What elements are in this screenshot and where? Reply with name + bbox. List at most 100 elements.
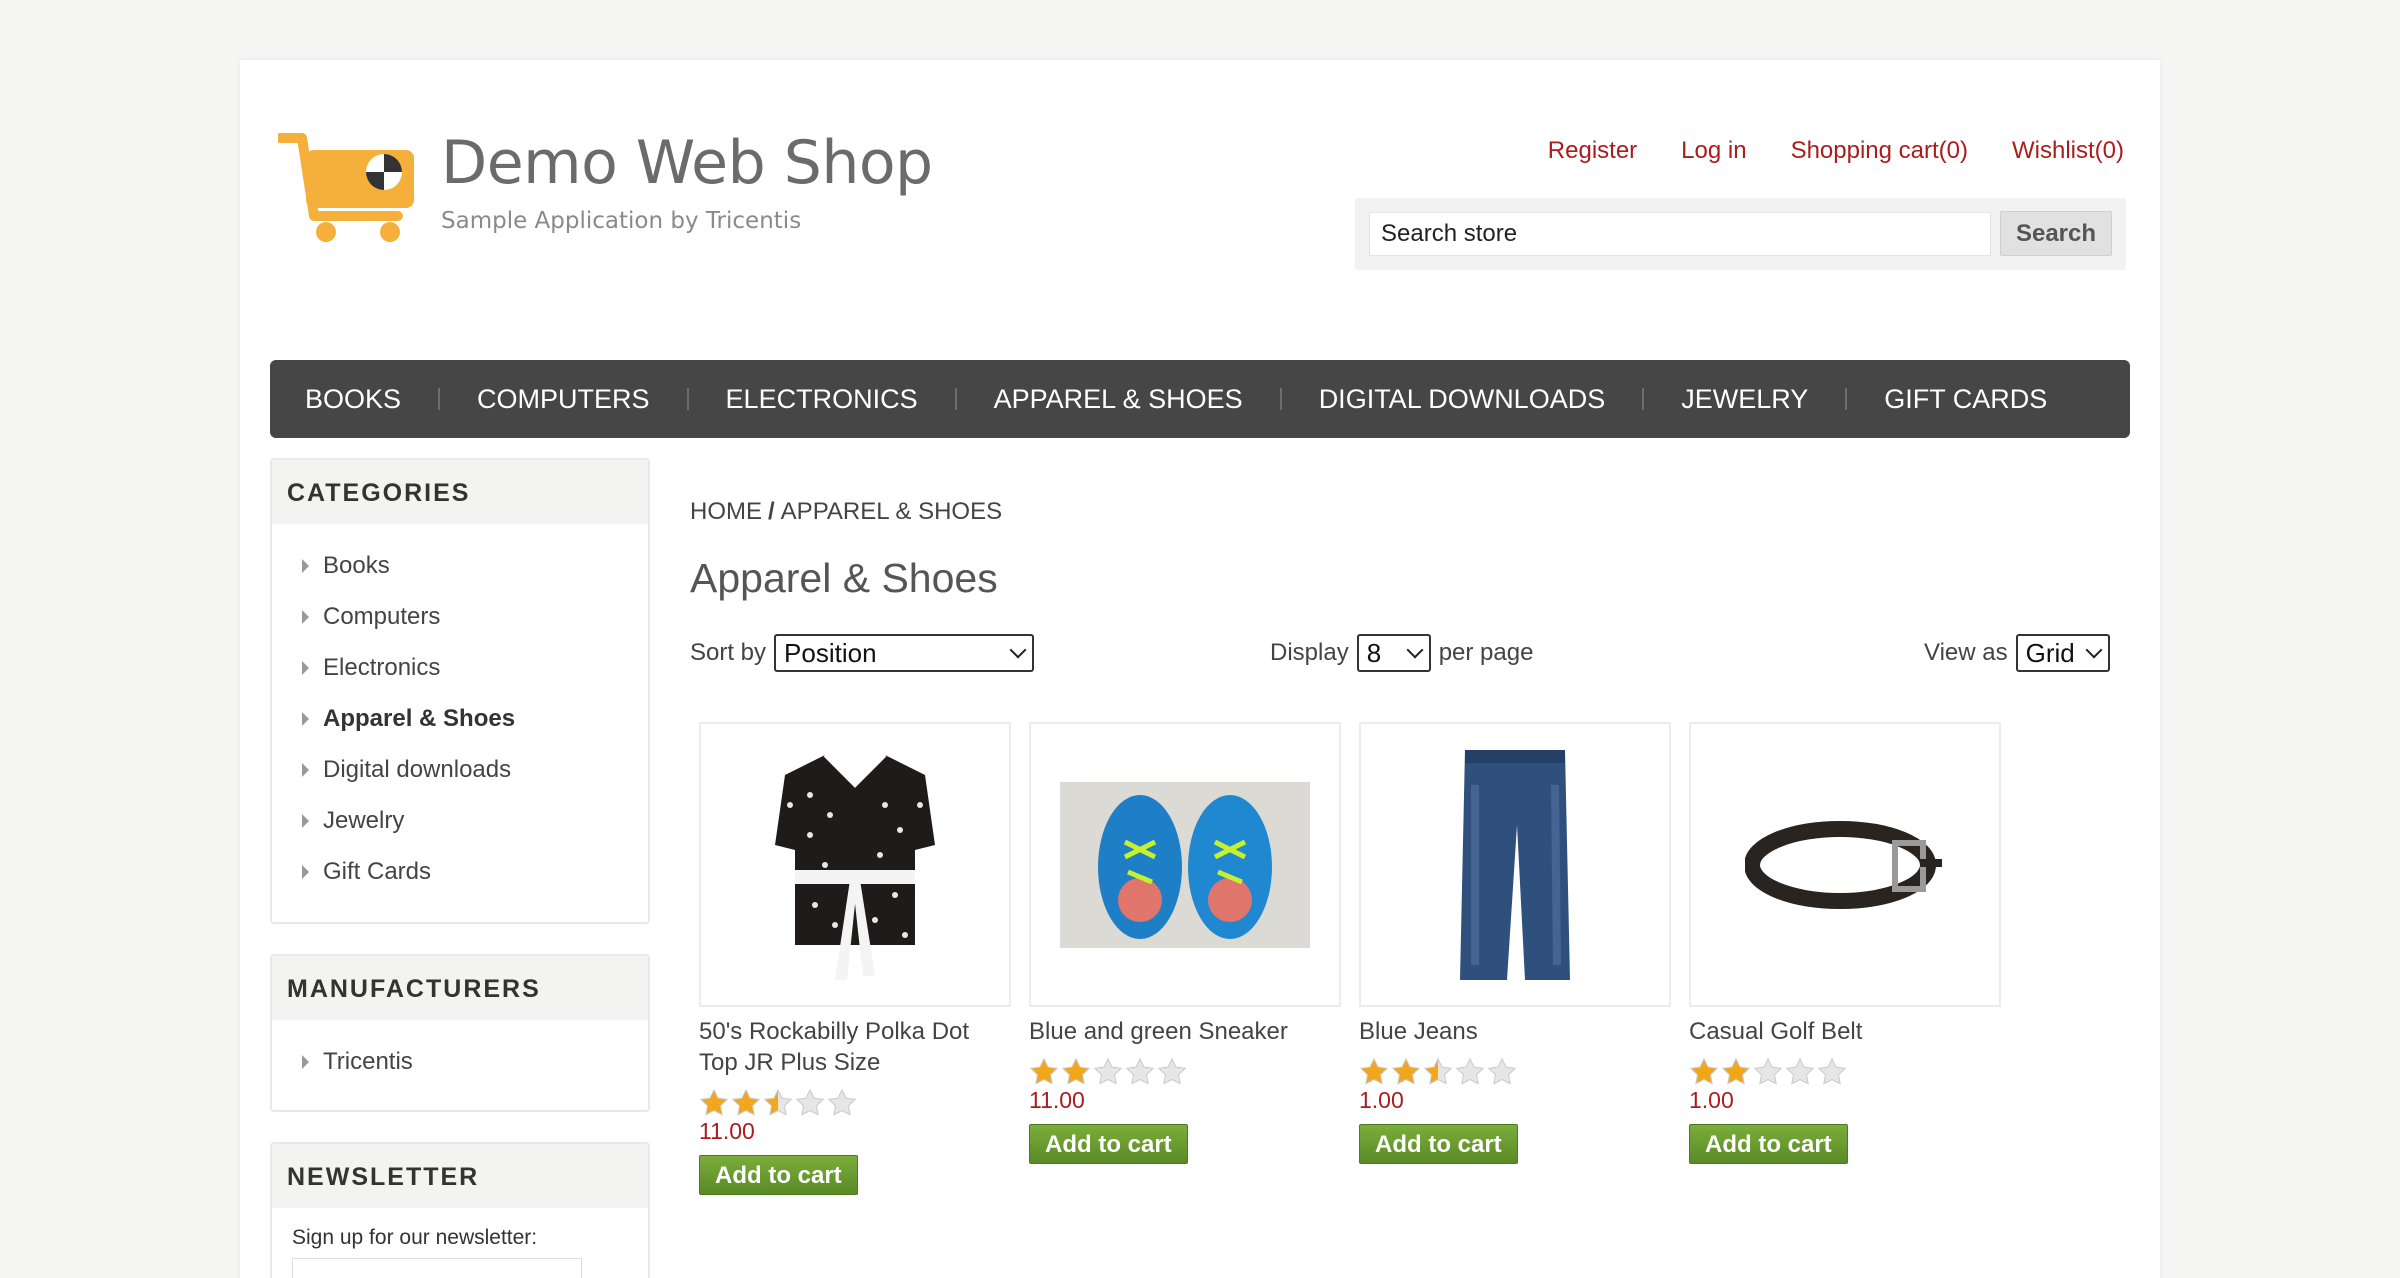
- register-link[interactable]: Register: [1548, 137, 1637, 165]
- arrow-right-icon: [302, 1054, 309, 1069]
- manufacturer-label: Tricentis: [323, 1047, 413, 1075]
- star-filled-icon: [1689, 1057, 1719, 1085]
- product-image-jeans[interactable]: [1359, 722, 1671, 1007]
- sort-by-select[interactable]: Position: [774, 634, 1035, 672]
- menu-item-computers[interactable]: COMPUTERS: [477, 384, 650, 415]
- star-empty-icon: [1093, 1057, 1123, 1085]
- chevron-down-icon: [2085, 641, 2103, 659]
- view-as-label: View as: [1924, 639, 2008, 666]
- star-filled-icon: [1061, 1057, 1091, 1085]
- chevron-down-icon: [1009, 641, 1027, 659]
- add-to-cart-button[interactable]: Add to cart: [1359, 1124, 1518, 1164]
- login-link[interactable]: Log in: [1681, 137, 1746, 165]
- breadcrumb-home-link[interactable]: HOME: [690, 498, 762, 525]
- product-item: Casual Golf Belt 1.00 Add to cart: [1689, 722, 2001, 1164]
- arrow-right-icon: [302, 864, 309, 879]
- display-control: Display 8 per page: [1270, 634, 1533, 672]
- category-label: Digital downloads: [323, 755, 512, 783]
- newsletter-email-input[interactable]: [292, 1258, 582, 1278]
- category-item-gift-cards[interactable]: Gift Cards: [272, 846, 648, 897]
- star-empty-icon: [827, 1088, 857, 1116]
- category-label: Computers: [323, 602, 441, 630]
- category-item-jewelry[interactable]: Jewelry: [272, 795, 648, 846]
- category-item-electronics[interactable]: Electronics: [272, 642, 648, 693]
- menu-item-apparel-shoes[interactable]: APPAREL & SHOES: [994, 384, 1243, 415]
- store-title: Demo Web Shop: [441, 128, 933, 198]
- star-half-icon: [763, 1088, 793, 1116]
- product-title[interactable]: Blue and green Sneaker: [1029, 1016, 1341, 1047]
- menu-item-gift-cards[interactable]: GIFT CARDS: [1884, 384, 2047, 415]
- arrow-right-icon: [302, 660, 309, 675]
- star-filled-icon: [1029, 1057, 1059, 1085]
- manufacturer-item-tricentis[interactable]: Tricentis: [272, 1036, 648, 1087]
- product-image-sneaker[interactable]: [1029, 722, 1341, 1007]
- star-empty-icon: [1125, 1057, 1155, 1085]
- category-item-apparel-shoes[interactable]: Apparel & Shoes: [272, 693, 648, 744]
- star-filled-icon: [731, 1088, 761, 1116]
- view-as-control: View as Grid: [1924, 634, 2110, 672]
- store-subtitle: Sample Application by Tricentis: [441, 208, 802, 234]
- view-mode-select[interactable]: Grid: [2015, 634, 2110, 672]
- star-empty-icon: [1487, 1057, 1517, 1085]
- breadcrumb: HOME / APPAREL & SHOES: [690, 498, 1002, 526]
- store-logo[interactable]: Demo Web Shop Sample Application by Tric…: [278, 128, 933, 258]
- product-price: 11.00: [699, 1118, 755, 1144]
- star-empty-icon: [1785, 1057, 1815, 1085]
- menu-separator: [686, 388, 689, 410]
- product-price: 1.00: [1359, 1087, 1404, 1113]
- star-empty-icon: [795, 1088, 825, 1116]
- search-button[interactable]: Search: [2000, 211, 2112, 256]
- arrow-right-icon: [302, 609, 309, 624]
- search-box: Search: [1355, 198, 2126, 270]
- product-rating: [1359, 1057, 1671, 1087]
- category-item-books[interactable]: Books: [272, 540, 648, 591]
- search-input[interactable]: [1369, 212, 1991, 256]
- product-item: Blue and green Sneaker 11.00 Add to cart: [1029, 722, 1341, 1164]
- category-label: Gift Cards: [323, 857, 432, 885]
- category-label: Electronics: [323, 653, 441, 681]
- page-size-select[interactable]: 8: [1356, 634, 1431, 672]
- product-rating: [699, 1088, 1011, 1118]
- header-links: Register Log in Shopping cart(0) Wishlis…: [1504, 137, 2124, 165]
- star-filled-icon: [699, 1088, 729, 1116]
- categories-title: CATEGORIES: [272, 460, 648, 524]
- sort-by-label: Sort by: [690, 639, 767, 666]
- star-empty-icon: [1753, 1057, 1783, 1085]
- category-item-digital-downloads[interactable]: Digital downloads: [272, 744, 648, 795]
- add-to-cart-button[interactable]: Add to cart: [699, 1155, 858, 1195]
- product-title[interactable]: Blue Jeans: [1359, 1016, 1671, 1047]
- page-title: Apparel & Shoes: [690, 555, 998, 601]
- star-empty-icon: [1455, 1057, 1485, 1085]
- polka-dot-top-image: [775, 753, 935, 980]
- shopping-cart-link[interactable]: Shopping cart(0): [1791, 137, 1968, 165]
- product-image-belt[interactable]: [1689, 722, 2001, 1007]
- menu-item-jewelry[interactable]: JEWELRY: [1681, 384, 1808, 415]
- product-image-polka-dot-top[interactable]: [699, 722, 1011, 1007]
- view-mode-value: Grid: [2025, 637, 2075, 668]
- product-item: Blue Jeans 1.00 Add to cart: [1359, 722, 1671, 1164]
- sort-by-control: Sort by Position: [690, 634, 1035, 672]
- chevron-down-icon: [1406, 641, 1424, 659]
- star-filled-icon: [1359, 1057, 1389, 1085]
- page-size-value: 8: [1366, 637, 1382, 668]
- wishlist-link[interactable]: Wishlist(0): [2012, 137, 2124, 165]
- menu-item-electronics[interactable]: ELECTRONICS: [726, 384, 918, 415]
- arrow-right-icon: [302, 711, 309, 726]
- sort-by-value: Position: [784, 637, 877, 668]
- newsletter-block: NEWSLETTER Sign up for our newsletter:: [270, 1142, 650, 1278]
- add-to-cart-button[interactable]: Add to cart: [1029, 1124, 1188, 1164]
- product-rating: [1029, 1057, 1341, 1087]
- star-filled-icon: [1721, 1057, 1751, 1085]
- menu-separator: [438, 388, 441, 410]
- manufacturers-block: MANUFACTURERS Tricentis: [270, 954, 650, 1112]
- add-to-cart-button[interactable]: Add to cart: [1689, 1124, 1848, 1164]
- star-empty-icon: [1817, 1057, 1847, 1085]
- product-title[interactable]: Casual Golf Belt: [1689, 1016, 2001, 1047]
- category-label: Apparel & Shoes: [323, 704, 516, 732]
- product-title[interactable]: 50's Rockabilly Polka Dot Top JR Plus Si…: [699, 1016, 1011, 1078]
- menu-item-digital-downloads[interactable]: DIGITAL DOWNLOADS: [1319, 384, 1606, 415]
- menu-item-books[interactable]: BOOKS: [305, 384, 401, 415]
- category-item-computers[interactable]: Computers: [272, 591, 648, 642]
- top-menu: BOOKS COMPUTERS ELECTRONICS APPAREL & SH…: [270, 360, 2130, 438]
- arrow-right-icon: [302, 762, 309, 777]
